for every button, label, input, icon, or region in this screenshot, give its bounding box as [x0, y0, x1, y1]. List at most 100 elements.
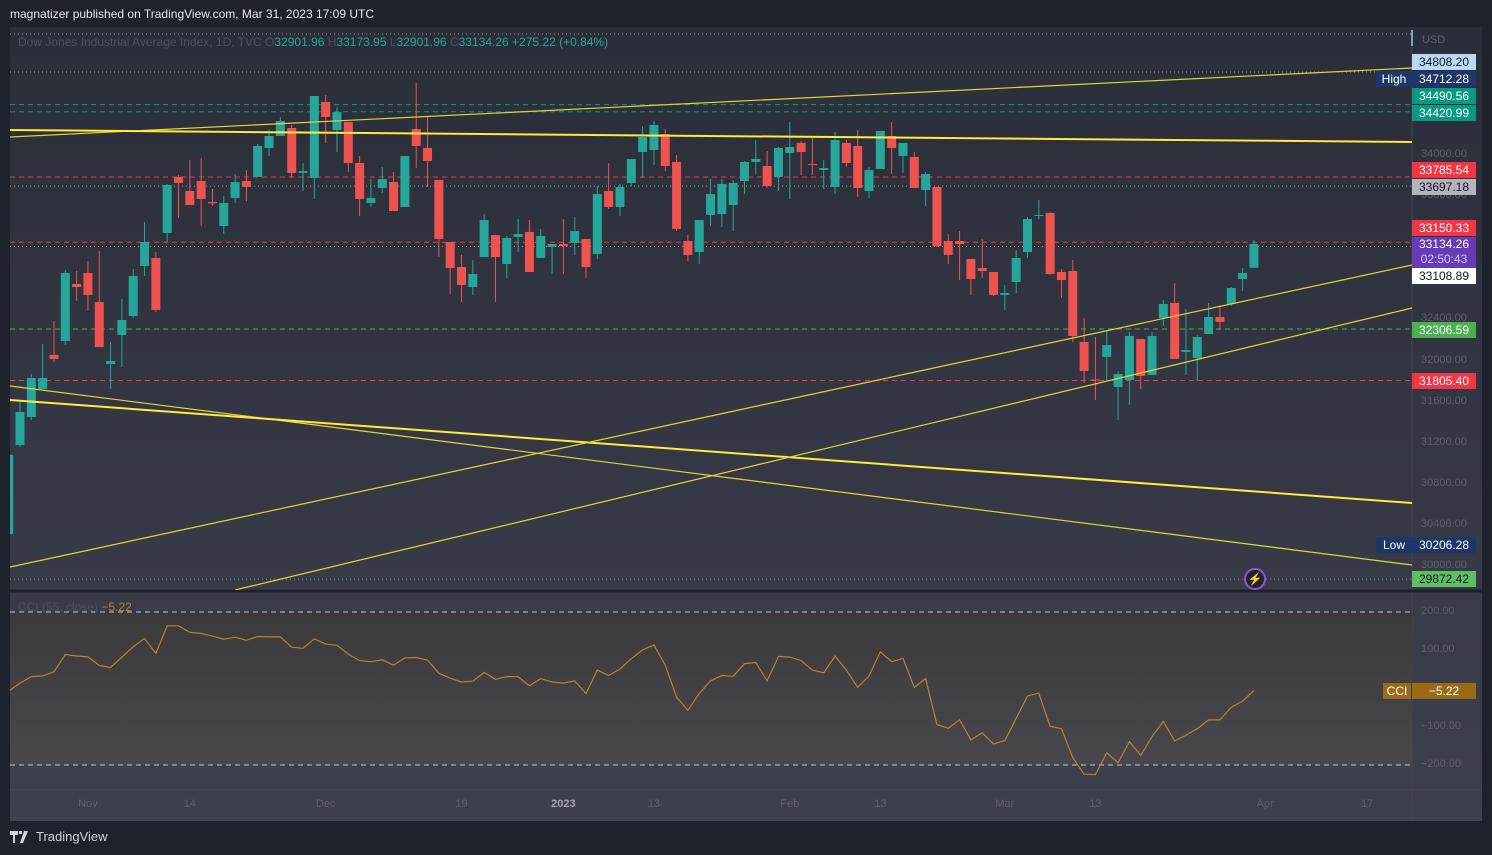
bar-countdown: 02:50:43 — [1420, 252, 1468, 266]
candle — [1023, 216, 1032, 258]
candle-body — [106, 361, 116, 364]
candle — [10, 454, 14, 535]
candle — [1136, 339, 1146, 389]
candle-body — [1204, 317, 1214, 334]
trendline-channel-lower[interactable] — [234, 307, 1412, 590]
candle-body — [604, 190, 614, 207]
candle — [547, 243, 557, 274]
candle-body — [966, 258, 976, 280]
candle-body — [943, 241, 953, 255]
price-label-29872: 29872.42 — [1412, 571, 1476, 587]
price-label-33785: 33785.54 — [1412, 162, 1476, 178]
candle — [694, 220, 704, 265]
candle — [174, 175, 183, 218]
candle-body — [411, 129, 421, 146]
candle-body — [502, 238, 512, 265]
candle-body — [366, 197, 376, 203]
price-tick: 30000.00 — [1421, 559, 1467, 571]
candle — [1011, 250, 1021, 293]
candle-body — [26, 377, 36, 418]
candle — [60, 269, 70, 345]
time-tick: 14 — [183, 798, 196, 810]
candle-body — [140, 242, 150, 266]
lightning-icon[interactable]: ⚡ — [1244, 568, 1266, 590]
candle-body — [38, 377, 48, 389]
candle-body — [49, 354, 59, 359]
candle — [1124, 332, 1134, 405]
candle — [773, 146, 783, 191]
trendline-upper-rising[interactable] — [10, 67, 1412, 138]
high-value: 33173.95 — [336, 35, 387, 49]
candle-body — [796, 142, 806, 153]
candle — [140, 221, 150, 277]
candle — [887, 122, 897, 175]
trendline-upper-flat[interactable] — [10, 129, 1412, 143]
tradingview-logo[interactable]: TradingView — [10, 829, 108, 844]
candle — [604, 163, 614, 210]
candle — [592, 186, 602, 259]
cci-title: CCI (55, close) — [18, 600, 99, 614]
symbol-legend[interactable]: Dow Jones Industrial Average Index, 1D, … — [18, 35, 608, 49]
horizontal-lines — [10, 71, 1412, 580]
candle-body — [377, 179, 387, 188]
candle — [570, 216, 580, 255]
candle-body — [1102, 344, 1112, 358]
currency-label[interactable]: USD — [1422, 34, 1445, 46]
candle-body — [457, 266, 466, 285]
candle-body — [241, 180, 251, 187]
candle — [1170, 283, 1180, 359]
candle-body — [1090, 379, 1100, 381]
candle — [807, 138, 817, 176]
price-label-34420: 34420.99 — [1412, 105, 1476, 121]
cci-tick: 200.00 — [1421, 605, 1455, 617]
candle — [219, 195, 229, 235]
candle — [638, 126, 648, 179]
cci-legend[interactable]: CCI (55, close) −5.22 — [18, 600, 132, 614]
candle — [943, 234, 953, 265]
candle — [524, 220, 534, 273]
candle — [423, 115, 433, 187]
price-label-33697: 33697.18 — [1412, 179, 1476, 195]
time-tick: 13 — [647, 798, 661, 810]
cci-tick: 100.00 — [1421, 643, 1455, 656]
candle — [989, 272, 999, 296]
candle-body — [1170, 302, 1180, 359]
candle-body — [309, 96, 319, 179]
candle-body — [717, 183, 727, 214]
candle-body — [72, 283, 82, 288]
candle-body — [343, 122, 353, 164]
candle — [1215, 305, 1225, 330]
candle-body — [626, 159, 636, 183]
cci-tick: −200.00 — [1421, 758, 1462, 770]
candle — [151, 251, 161, 313]
price-label-33150: 33150.33 — [1412, 220, 1476, 236]
time-tick: 2023 — [551, 798, 576, 810]
candle — [490, 235, 500, 303]
candle — [38, 343, 48, 389]
candle-body — [1011, 257, 1021, 282]
low-label: L — [389, 35, 397, 49]
candle — [366, 179, 376, 207]
candle-body — [1000, 292, 1010, 295]
candle — [762, 150, 772, 188]
candle — [672, 155, 682, 232]
low-value: 32901.96 — [396, 35, 447, 49]
candle-body — [672, 161, 682, 229]
price-label-32306: 32306.59 — [1412, 322, 1476, 338]
candle — [72, 271, 82, 302]
candle — [1068, 260, 1078, 343]
candle — [909, 152, 919, 188]
candle — [253, 144, 263, 177]
candle-body — [558, 243, 568, 247]
candle-body — [10, 454, 14, 535]
candle-body — [94, 302, 104, 348]
candle-body — [921, 174, 931, 191]
time-tick: Feb — [780, 798, 800, 810]
candle-body — [728, 182, 738, 206]
cci-legend-value: −5.22 — [101, 600, 132, 614]
candle — [649, 120, 659, 165]
chart-canvas[interactable] — [0, 0, 1492, 855]
low-tag: Low — [1376, 537, 1412, 553]
candle — [706, 179, 716, 227]
candle — [15, 402, 25, 448]
